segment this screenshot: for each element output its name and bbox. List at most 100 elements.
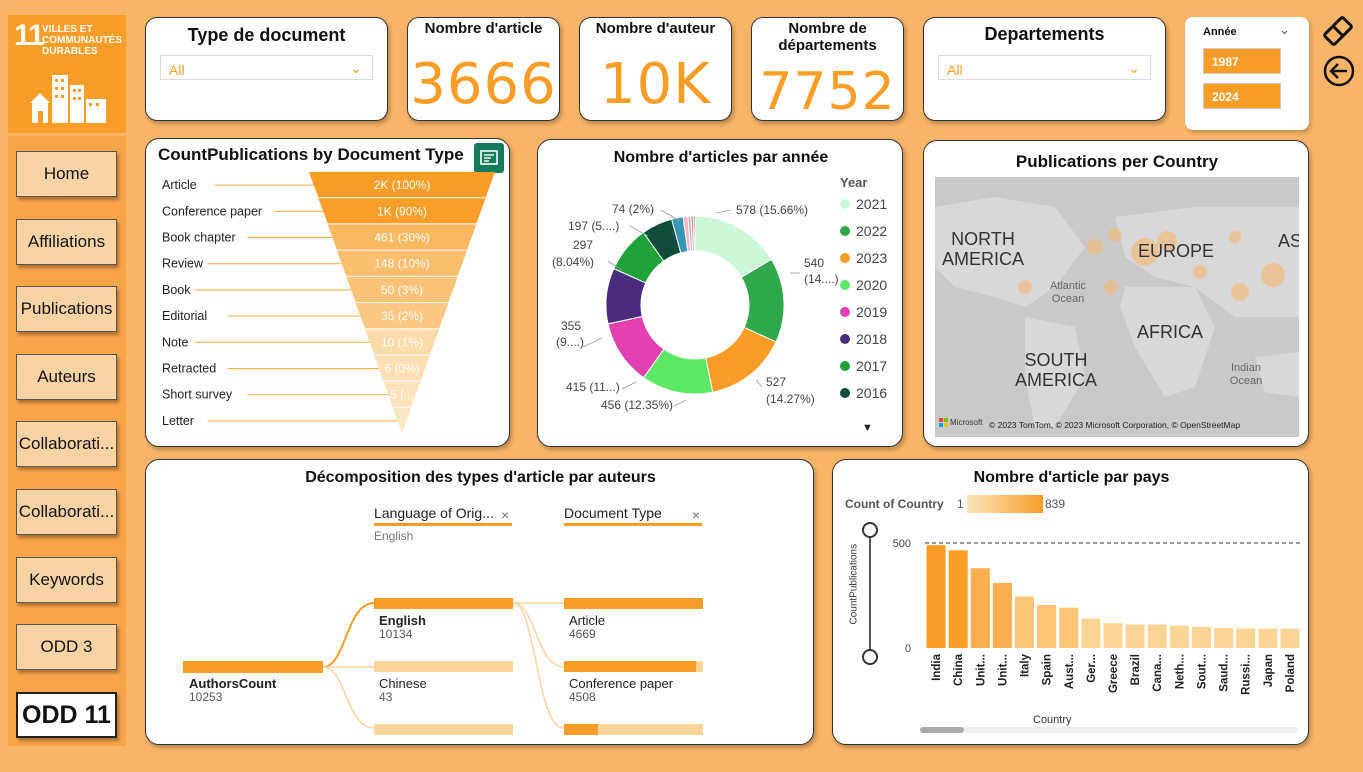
x-tick-label: Unit... — [975, 654, 987, 686]
bar-plot: 500 0 India China Unit... Unit... Italy Spain Au… — [893, 538, 1301, 695]
funnel-value: 5 (... — [390, 388, 414, 402]
kpi-value: 10K — [600, 52, 711, 117]
kpi-title: Nombre d'auteur — [595, 20, 716, 37]
donut-leader-line — [715, 209, 732, 214]
legend-label: 2022 — [856, 223, 888, 239]
type-document-dropdown[interactable]: All ⌄ — [160, 55, 373, 80]
legend-item[interactable]: 2016 — [840, 385, 887, 401]
legend-item[interactable]: 2023 — [840, 250, 887, 266]
bar[interactable] — [1015, 596, 1035, 648]
nav-keywords-button[interactable]: Keywords — [16, 557, 117, 603]
decomp-node-bar[interactable] — [374, 724, 513, 735]
decomp-node-bar[interactable] — [374, 661, 513, 672]
legend-item[interactable]: 2021 — [840, 196, 887, 212]
x-tick-label: Italy — [1020, 653, 1032, 677]
funnel-label: Retracted — [162, 362, 216, 376]
chevron-down-icon[interactable]: ⌄ — [1279, 22, 1290, 38]
decomp-node-value: 43 — [379, 690, 393, 704]
close-icon[interactable]: × — [692, 507, 700, 523]
donut-leader-line — [755, 379, 763, 388]
chevron-down-icon: ⌄ — [350, 60, 362, 76]
x-tick-label: Cana... — [1152, 654, 1164, 692]
x-tick-label: Poland — [1285, 654, 1297, 692]
kpi-articles-card: Nombre d'article 3666 — [407, 17, 560, 121]
decomp-root-bar[interactable] — [183, 661, 323, 673]
legend-item[interactable]: 2022 — [840, 223, 887, 239]
legend-item[interactable]: 2017 — [840, 358, 887, 374]
bar[interactable] — [1258, 628, 1278, 648]
bar[interactable] — [1147, 624, 1167, 648]
x-tick-label: Sout... — [1196, 654, 1208, 689]
x-tick-label: Japan — [1263, 654, 1275, 687]
sdg-title: VILLES ET COMMUNAUTÉS DURABLES — [42, 24, 122, 57]
slicer-type-document: Type de document All ⌄ — [145, 17, 388, 121]
back-arrow-icon[interactable] — [1322, 54, 1356, 88]
nav-collaborations-2-button[interactable]: Collaborati... — [16, 489, 117, 535]
donut-plot: 578 (15.66%) 540 (14....) 527 (14.27%) 456 (1… — [552, 202, 838, 412]
decomposition-tree-card: Décomposition des types d'article par au… — [145, 459, 814, 745]
funnel-label: Letter — [162, 414, 194, 428]
bar[interactable] — [1191, 627, 1211, 648]
bar[interactable] — [1169, 625, 1189, 648]
legend-item[interactable]: 2019 — [840, 304, 887, 320]
nav-affiliations-button[interactable]: Affiliations — [16, 219, 117, 265]
funnel-value: 6 (0%) — [384, 362, 419, 376]
world-map[interactable]: NORTHAMERICA EUROPE ASIA AFRICA SOUTHAME… — [935, 177, 1299, 437]
bar[interactable] — [926, 545, 946, 648]
legend-label: 2019 — [856, 304, 888, 320]
nav-odd11-button[interactable]: ODD 11 — [16, 692, 117, 738]
x-tick-label: Saud... — [1219, 654, 1231, 692]
x-tick-label: India — [931, 653, 943, 680]
map-attribution[interactable]: © 2023 TomTom, © 2023 Microsoft Corporat… — [989, 420, 1240, 430]
x-tick-label: Brazil — [1130, 654, 1142, 685]
funnel-plot: Article 2K (100%) Conference paper 1K (90%)… — [162, 172, 495, 433]
horizontal-scrollbar[interactable] — [920, 727, 1298, 733]
decomp-col1-header[interactable]: Language of Orig... — [374, 505, 512, 526]
donut-data-label: 297 — [573, 238, 593, 252]
close-icon[interactable]: × — [501, 507, 509, 523]
year-from-input[interactable]: 1987 — [1203, 48, 1281, 74]
nav-auteurs-button[interactable]: Auteurs — [16, 354, 117, 400]
bar[interactable] — [1280, 628, 1300, 648]
donut-slice[interactable] — [692, 215, 696, 252]
legend-swatch — [840, 280, 850, 290]
donut-data-label: 415 (11...) — [566, 380, 620, 394]
funnel-label: Review — [162, 257, 204, 271]
legend-item[interactable]: 2020 — [840, 277, 887, 293]
decomp-node-bar[interactable] — [564, 724, 703, 735]
year-to-input[interactable]: 2024 — [1203, 83, 1281, 109]
bar[interactable] — [1236, 628, 1256, 648]
bar[interactable] — [1125, 624, 1145, 648]
decomp-node-bar[interactable] — [564, 598, 703, 609]
legend-scroll-down-icon[interactable]: ▼ — [862, 422, 873, 434]
bar[interactable] — [1059, 607, 1079, 648]
bar[interactable] — [1214, 627, 1234, 648]
bar[interactable] — [970, 568, 990, 648]
x-tick-label: Aust... — [1064, 654, 1076, 689]
decomp-node-value: 4669 — [569, 627, 596, 641]
decomp-node-bar[interactable] — [374, 598, 513, 609]
donut-data-label: 74 (2%) — [612, 202, 654, 216]
legend-swatch — [840, 199, 850, 209]
nav-collaborations-1-button[interactable]: Collaborati... — [16, 421, 117, 467]
x-tick-label: Spain — [1042, 654, 1054, 685]
nav-home-button[interactable]: Home — [16, 151, 117, 197]
bar[interactable] — [1081, 618, 1101, 648]
bar[interactable] — [1103, 623, 1123, 648]
departements-dropdown[interactable]: All ⌄ — [938, 55, 1151, 80]
decomp-col1-subheader: English — [374, 529, 414, 543]
donut-leader-line — [582, 337, 603, 348]
legend-item[interactable]: 2018 — [840, 331, 887, 347]
kpi-title: Nombre de départements — [778, 20, 877, 54]
nav-publications-button[interactable]: Publications — [16, 286, 117, 332]
bar[interactable] — [992, 582, 1012, 648]
decomp-col2-header[interactable]: Document Type — [564, 505, 702, 526]
eraser-icon[interactable] — [1320, 13, 1356, 49]
bar[interactable] — [948, 550, 968, 648]
legend-title: Year — [840, 175, 868, 190]
donut-data-label: 527 — [766, 375, 786, 389]
nav-odd3-button[interactable]: ODD 3 — [16, 624, 117, 670]
map-label-south-america: SOUTH AMERICA — [1014, 350, 1097, 390]
bar[interactable] — [1037, 604, 1057, 648]
decomp-node-bar[interactable] — [564, 661, 703, 672]
